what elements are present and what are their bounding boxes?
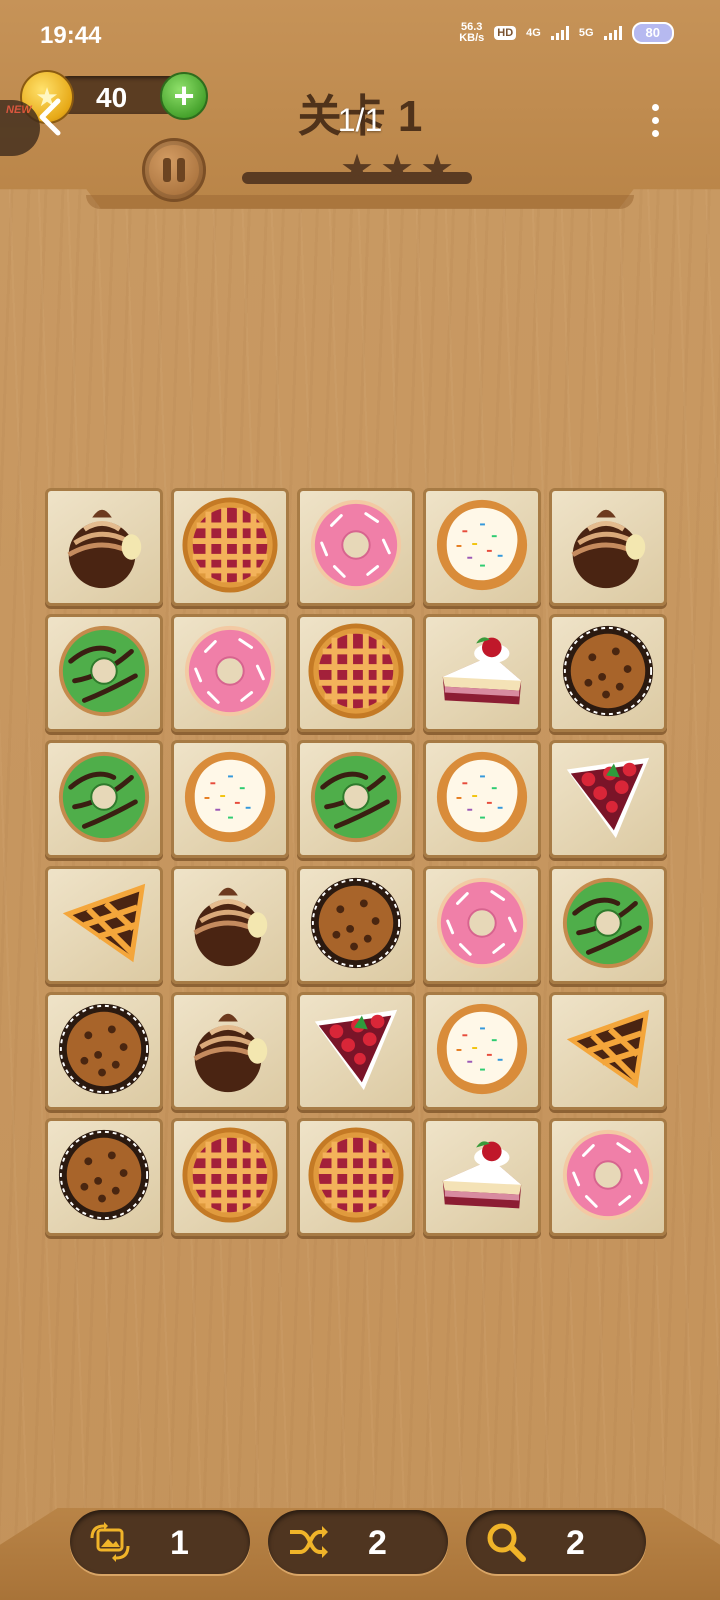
chocolate-truffle-icon bbox=[559, 496, 657, 599]
tile-green-donut[interactable] bbox=[45, 740, 163, 858]
sprinkle-cookie-icon bbox=[181, 748, 279, 851]
image-swap-button[interactable]: 1 bbox=[70, 1510, 250, 1574]
chocolate-chip-muffin-icon bbox=[55, 1000, 153, 1103]
hd-badge: HD bbox=[494, 26, 517, 40]
tile-chocolate-chip-muffin[interactable] bbox=[45, 1118, 163, 1236]
network-5g-label: 5G bbox=[578, 27, 594, 39]
shuffle-icon bbox=[286, 1520, 330, 1564]
tile-lattice-pie[interactable] bbox=[171, 488, 289, 606]
battery-icon: 80 bbox=[631, 22, 674, 44]
search-icon bbox=[484, 1520, 528, 1564]
tile-sprinkle-cookie[interactable] bbox=[423, 992, 541, 1110]
pink-donut-icon bbox=[559, 1126, 657, 1229]
shuffle-button[interactable]: 2 bbox=[268, 1510, 448, 1574]
tile-sprinkle-cookie[interactable] bbox=[423, 488, 541, 606]
lattice-pie-icon bbox=[307, 1126, 405, 1229]
chocolate-truffle-icon bbox=[55, 496, 153, 599]
network-4g-label: 4G bbox=[526, 27, 541, 39]
more-options-icon[interactable] bbox=[652, 104, 660, 143]
tile-green-donut[interactable] bbox=[549, 866, 667, 984]
lattice-pie-icon bbox=[181, 496, 279, 599]
green-donut-icon bbox=[55, 622, 153, 725]
strawberry-tart-slice-icon bbox=[559, 748, 657, 851]
lattice-pie-icon bbox=[181, 1126, 279, 1229]
pink-donut-icon bbox=[307, 496, 405, 599]
search-count: 2 bbox=[566, 1524, 585, 1562]
progress-star-icon: ★ bbox=[420, 148, 455, 190]
tile-pink-donut[interactable] bbox=[297, 488, 415, 606]
chocolate-truffle-icon bbox=[181, 1000, 279, 1103]
chocolate-chip-muffin-icon bbox=[307, 874, 405, 977]
page-indicator: 1/1 bbox=[337, 102, 383, 138]
pink-donut-icon bbox=[181, 622, 279, 725]
tile-pink-donut[interactable] bbox=[423, 866, 541, 984]
sprinkle-cookie-icon bbox=[433, 1000, 531, 1103]
sprinkle-cookie-icon bbox=[433, 496, 531, 599]
image-swap-count: 1 bbox=[170, 1524, 189, 1562]
tile-pie-slice[interactable] bbox=[549, 992, 667, 1110]
tile-green-donut[interactable] bbox=[297, 740, 415, 858]
chocolate-chip-muffin-icon bbox=[559, 622, 657, 725]
pie-slice-icon bbox=[559, 1000, 657, 1103]
cherry-cake-slice-icon bbox=[433, 1126, 531, 1229]
tile-lattice-pie[interactable] bbox=[297, 1118, 415, 1236]
game-board bbox=[45, 488, 675, 1238]
tile-cherry-cake-slice[interactable] bbox=[423, 1118, 541, 1236]
tile-pie-slice[interactable] bbox=[45, 866, 163, 984]
sprinkle-cookie-icon bbox=[433, 748, 531, 851]
tile-chocolate-chip-muffin[interactable] bbox=[45, 992, 163, 1110]
tile-strawberry-tart-slice[interactable] bbox=[297, 992, 415, 1110]
tile-pink-donut[interactable] bbox=[171, 614, 289, 732]
cherry-cake-slice-icon bbox=[433, 622, 531, 725]
strawberry-tart-slice-icon bbox=[307, 1000, 405, 1103]
signal-icon bbox=[550, 26, 569, 40]
status-bar: 19:44 56.3 KB/s HD 4G 5G 80 bbox=[0, 0, 720, 70]
pie-slice-icon bbox=[55, 874, 153, 977]
green-donut-icon bbox=[559, 874, 657, 977]
progress-star-icon: ★ bbox=[380, 148, 415, 190]
status-icons: 56.3 KB/s HD 4G 5G 80 bbox=[459, 22, 674, 44]
pause-button[interactable] bbox=[142, 138, 206, 202]
image-swap-icon bbox=[88, 1520, 132, 1564]
progress-star-icon: ★ bbox=[340, 148, 375, 190]
tile-chocolate-truffle[interactable] bbox=[171, 992, 289, 1110]
tile-lattice-pie[interactable] bbox=[297, 614, 415, 732]
chocolate-chip-muffin-icon bbox=[55, 1126, 153, 1229]
network-speed: 56.3 KB/s bbox=[459, 22, 484, 44]
green-donut-icon bbox=[55, 748, 153, 851]
lattice-pie-icon bbox=[307, 622, 405, 725]
signal-icon-2 bbox=[603, 26, 622, 40]
tile-pink-donut[interactable] bbox=[549, 1118, 667, 1236]
chocolate-truffle-icon bbox=[181, 874, 279, 977]
tile-chocolate-chip-muffin[interactable] bbox=[297, 866, 415, 984]
tile-chocolate-chip-muffin[interactable] bbox=[549, 614, 667, 732]
tile-lattice-pie[interactable] bbox=[171, 1118, 289, 1236]
speed-unit: KB/s bbox=[459, 32, 485, 44]
tile-sprinkle-cookie[interactable] bbox=[423, 740, 541, 858]
tile-chocolate-truffle[interactable] bbox=[171, 866, 289, 984]
status-time: 19:44 bbox=[40, 22, 102, 49]
progress-stars: ★ ★ ★ bbox=[340, 150, 454, 188]
tile-chocolate-truffle[interactable] bbox=[549, 488, 667, 606]
tile-green-donut[interactable] bbox=[45, 614, 163, 732]
shuffle-count: 2 bbox=[368, 1524, 387, 1562]
tile-sprinkle-cookie[interactable] bbox=[171, 740, 289, 858]
tile-chocolate-truffle[interactable] bbox=[45, 488, 163, 606]
green-donut-icon bbox=[307, 748, 405, 851]
tile-cherry-cake-slice[interactable] bbox=[423, 614, 541, 732]
tile-strawberry-tart-slice[interactable] bbox=[549, 740, 667, 858]
pink-donut-icon bbox=[433, 874, 531, 977]
search-button[interactable]: 2 bbox=[466, 1510, 646, 1574]
